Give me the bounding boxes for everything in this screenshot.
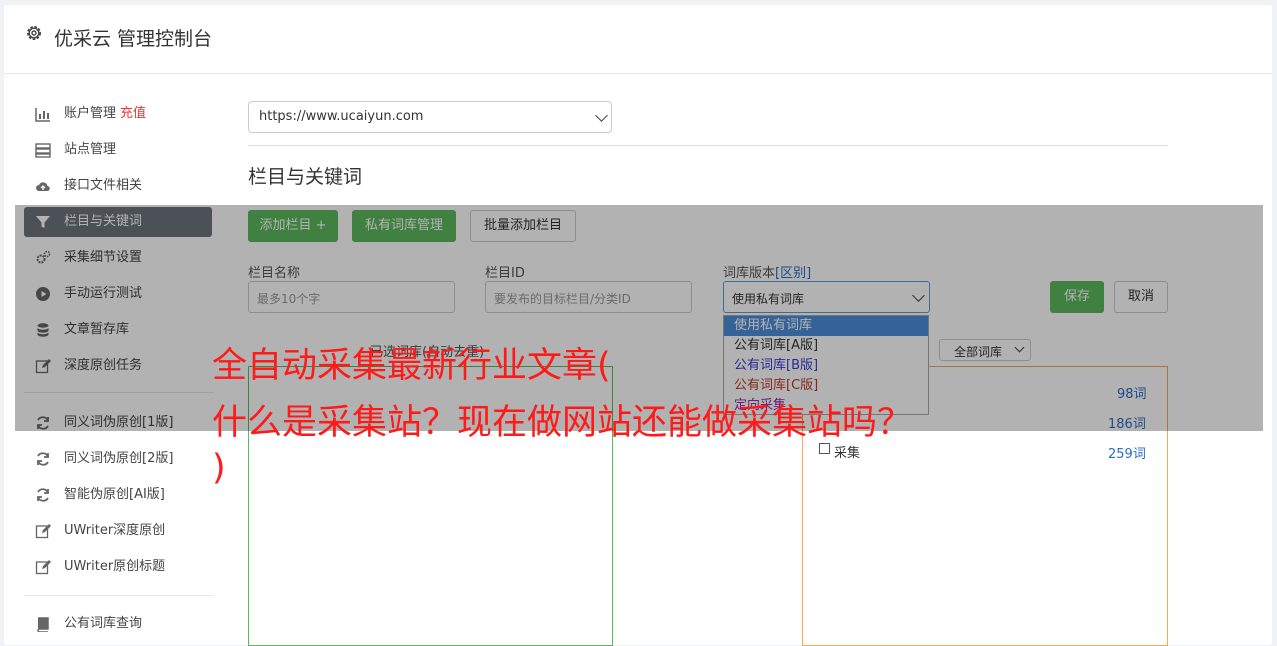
sidebar-item-label: 账户管理 [64, 106, 117, 121]
chevron-down-icon [595, 109, 608, 122]
sidebar-item-interface[interactable]: 接口文件相关 [24, 171, 212, 201]
sidebar-item-uwriter-title[interactable]: UWriter原创标题 [24, 552, 212, 582]
sidebar-item-label: 站点管理 [64, 142, 117, 157]
banner-line: 什么是采集站？现在做网站还能做采集站吗？ [212, 403, 913, 443]
refresh-icon [37, 452, 49, 466]
sidebar-item-label: UWriter深度原创 [64, 523, 166, 538]
server-icon [35, 143, 51, 158]
section-title: 栏目与关键词 [248, 166, 363, 188]
sidebar-item-synonym-v2[interactable]: 同义词伪原创[2版] [24, 444, 212, 474]
edit-icon [35, 524, 51, 539]
site-select[interactable]: https://www.ucaiyun.com [248, 101, 612, 133]
cloud-upload-icon [36, 182, 50, 192]
banner-headline: 全自动采集最新行业文章( 什么是采集站？现在做网站还能做采集站吗？ ) [212, 344, 1092, 491]
refresh-icon [37, 488, 49, 502]
gear-icon [27, 26, 41, 40]
banner-line: 全自动采集最新行业文章( [212, 346, 611, 386]
sidebar-item-label: 公有词库查询 [64, 616, 143, 631]
app-title: 优采云 管理控制台 [54, 28, 213, 50]
sidebar-item-public-lib[interactable]: 公有词库查询 [24, 609, 212, 639]
edit-icon [35, 560, 51, 575]
sidebar-item-account[interactable]: 账户管理 充值 [24, 99, 212, 129]
bar-chart-icon [35, 108, 50, 122]
sidebar-item-label: 接口文件相关 [64, 178, 143, 193]
book-icon [37, 617, 49, 632]
sidebar-item-label: 同义词伪原创[2版] [64, 451, 174, 466]
sidebar-item-ai-original[interactable]: 智能伪原创[AI版] [24, 480, 212, 510]
sidebar-item-label: 智能伪原创[AI版] [64, 487, 165, 502]
sidebar-divider [24, 595, 214, 596]
sidebar-item-label: UWriter原创标题 [64, 559, 166, 574]
site-select-value: https://www.ucaiyun.com [259, 109, 424, 124]
sidebar-item-sites[interactable]: 站点管理 [24, 135, 212, 165]
top-header: 优采云 管理控制台 [4, 5, 1272, 74]
sidebar-item-uwriter-deep[interactable]: UWriter深度原创 [24, 516, 212, 546]
lib-word-count: 259词 [1108, 447, 1146, 462]
divider [248, 145, 1168, 146]
banner-line: ) [212, 448, 226, 488]
recharge-link[interactable]: 充值 [120, 106, 146, 121]
